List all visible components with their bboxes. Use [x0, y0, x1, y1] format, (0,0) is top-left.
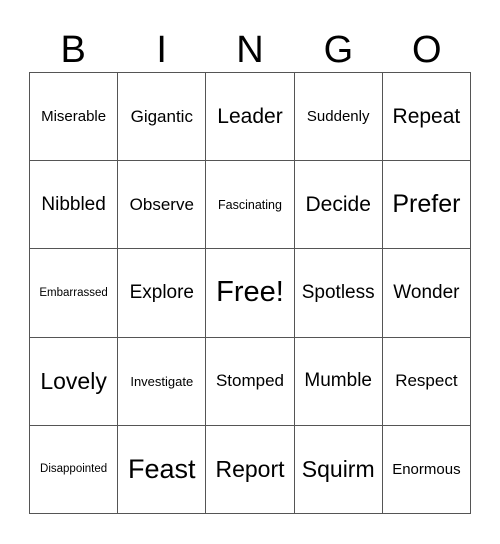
bingo-cell[interactable]: Lovely [30, 337, 119, 426]
bingo-cell[interactable]: Prefer [382, 161, 471, 250]
bingo-cell[interactable]: Fascinating [206, 161, 295, 250]
header-letter-g: G [323, 29, 354, 71]
bingo-cell[interactable]: Gigantic [118, 73, 207, 162]
bingo-cell[interactable]: Miserable [30, 73, 119, 162]
header-letter-b: B [60, 29, 86, 71]
bingo-cell[interactable]: Wonder [382, 249, 471, 338]
bingo-cell[interactable]: Enormous [382, 425, 471, 514]
bingo-cell[interactable]: Report [206, 425, 295, 514]
bingo-cell[interactable]: Investigate [118, 337, 207, 426]
header-letter-o: O [412, 29, 442, 71]
bingo-cell[interactable]: Nibbled [30, 161, 119, 250]
bingo-cell[interactable]: Explore [118, 249, 207, 338]
bingo-cell[interactable]: Leader [206, 73, 295, 162]
bingo-cell[interactable]: Embarrassed [30, 249, 119, 338]
bingo-cell[interactable]: Respect [382, 337, 471, 426]
bingo-cell[interactable]: Squirm [294, 425, 383, 514]
free-space-cell[interactable]: Free! [206, 249, 295, 338]
bingo-cell[interactable]: Decide [294, 161, 383, 250]
bingo-cell[interactable]: Disappointed [30, 425, 119, 514]
bingo-cell[interactable]: Observe [118, 161, 207, 250]
bingo-cell[interactable]: Stomped [206, 337, 295, 426]
header-letter-n: N [236, 29, 264, 71]
header-letter-i: I [156, 29, 167, 71]
bingo-cell[interactable]: Spotless [294, 249, 383, 338]
bingo-header: B I N G O [29, 28, 471, 72]
bingo-cell[interactable]: Suddenly [294, 73, 383, 162]
bingo-cell[interactable]: Feast [118, 425, 207, 514]
bingo-card: Miserable Gigantic Leader Suddenly Repea… [29, 72, 471, 514]
bingo-cell[interactable]: Repeat [382, 73, 471, 162]
bingo-cell[interactable]: Mumble [294, 337, 383, 426]
